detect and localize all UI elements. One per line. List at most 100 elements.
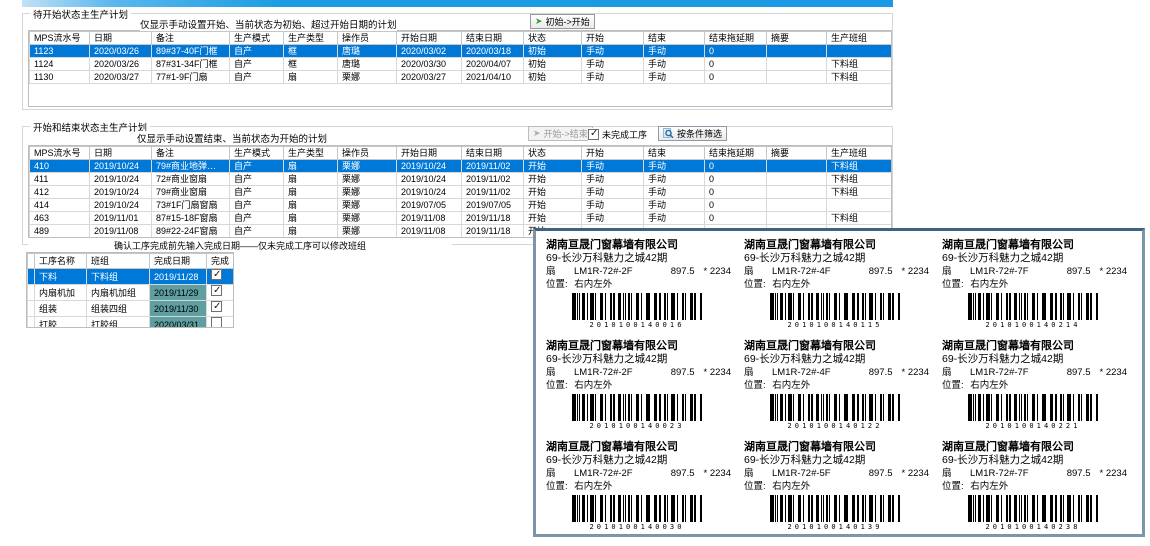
column-header[interactable]: 生产类型	[284, 32, 338, 45]
label-height-value: * 2234	[1100, 366, 1127, 379]
label-width-value: 897.5	[869, 265, 893, 278]
label-location-caption: 位置:	[942, 481, 964, 492]
label-product-type: 扇	[546, 265, 574, 278]
print-label: 湖南亘晟门窗幕墙有限公司 69-长沙万科魅力之城42期 扇 LM1R-72#-7…	[942, 337, 1127, 438]
table-row[interactable]: 411 2019/10/24 72#商业窗扇 自产 扇 栗娜 2019/10/2…	[30, 173, 892, 186]
unfinished-process-checkbox[interactable]	[588, 129, 599, 140]
column-header[interactable]: 操作员	[338, 32, 397, 45]
table-row[interactable]: 1124 2020/03/26 87#31-34F门框 自产 框 唐璐 2020…	[30, 58, 892, 71]
column-header[interactable]: 状态	[524, 32, 582, 45]
completed-checkbox[interactable]	[211, 269, 222, 280]
column-header[interactable]: 结束	[644, 147, 705, 160]
column-header[interactable]: 开始	[582, 32, 644, 45]
barcode: 2010100140139	[770, 495, 900, 531]
completed-checkbox[interactable]	[211, 285, 222, 296]
init-to-start-button[interactable]: ➤ 初始->开始	[530, 14, 595, 29]
column-header[interactable]: 生产类型	[284, 147, 338, 160]
column-header[interactable]: 完成日期	[150, 254, 207, 269]
label-product-type: 扇	[942, 366, 970, 379]
table-row[interactable]: 412 2019/10/24 79#商业窗扇 自产 扇 栗娜 2019/10/2…	[30, 186, 892, 199]
label-height-value: * 2234	[704, 366, 731, 379]
column-header[interactable]: 生产班组	[827, 32, 892, 45]
barcode-bars-icon	[770, 293, 900, 320]
column-header[interactable]: 结束	[644, 32, 705, 45]
label-company: 湖南亘晟门窗幕墙有限公司	[744, 441, 929, 454]
column-header[interactable]: 完成	[207, 254, 234, 269]
table-row[interactable]: 414 2019/10/24 73#1F门扇窗扇 自产 扇 栗娜 2019/07…	[30, 199, 892, 212]
barcode-digits: 2010100140122	[770, 422, 900, 430]
column-header[interactable]: 工序名称	[35, 254, 87, 269]
label-width-value: 897.5	[869, 467, 893, 480]
table-row[interactable]: 内扇机加 内扇机加组 2019/11/29	[28, 285, 234, 301]
barcode-digits: 2010100140023	[572, 422, 702, 430]
column-header[interactable]: 备注	[152, 32, 230, 45]
label-product-type: 扇	[942, 265, 970, 278]
barcode: 2010100140030	[572, 495, 702, 531]
label-location-caption: 位置:	[942, 279, 964, 290]
unfinished-process-checkbox-group: 未完成工序	[588, 128, 647, 141]
column-header[interactable]: 生产模式	[230, 147, 284, 160]
column-header[interactable]: MPS流水号	[30, 32, 90, 45]
column-header[interactable]: 结束拖延期	[705, 32, 767, 45]
label-location-caption: 位置:	[744, 279, 766, 290]
completed-checkbox[interactable]	[211, 301, 222, 312]
completed-checkbox[interactable]	[211, 317, 222, 328]
table-row[interactable]: 410 2019/10/24 79#商业地弹… 自产 扇 栗娜 2019/10/…	[30, 160, 892, 173]
barcode-digits: 2010100140221	[968, 422, 1098, 430]
column-header[interactable]: 备注	[152, 147, 230, 160]
table-row[interactable]: 1130 2020/03/27 77#1-9F门扇 自产 扇 栗娜 2020/0…	[30, 71, 892, 84]
label-project: 69-长沙万科魅力之城42期	[942, 252, 1127, 265]
column-header[interactable]: 开始日期	[397, 147, 462, 160]
label-location-value: 右内左外	[772, 380, 810, 391]
barcode: 2010100140214	[968, 293, 1098, 329]
column-header[interactable]: 结束日期	[462, 147, 524, 160]
start-to-end-button[interactable]: ➤ 开始->结束	[528, 126, 593, 141]
column-header[interactable]: 摘要	[767, 32, 827, 45]
process-note: 确认工序完成前先输入完成日期——仅未完成工序可以修改班组	[28, 239, 452, 252]
column-header[interactable]: 生产班组	[827, 147, 892, 160]
column-header[interactable]: 开始日期	[397, 32, 462, 45]
column-header[interactable]: 摘要	[767, 147, 827, 160]
table-row[interactable]: 463 2019/11/01 87#15-18F窗扇 自产 扇 栗娜 2019/…	[30, 212, 892, 225]
window-top-strip	[22, 0, 893, 7]
label-grid: 湖南亘晟门窗幕墙有限公司 69-长沙万科魅力之城42期 扇 LM1R-72#-2…	[546, 236, 1140, 539]
column-header[interactable]: MPS流水号	[30, 147, 90, 160]
barcode-bars-icon	[968, 293, 1098, 320]
label-project: 69-长沙万科魅力之城42期	[546, 353, 731, 366]
label-location-caption: 位置:	[546, 279, 568, 290]
print-label: 湖南亘晟门窗幕墙有限公司 69-长沙万科魅力之城42期 扇 LM1R-72#-2…	[546, 438, 731, 539]
process-table-body: 下料 下料组 2019/11/28 内扇机加 内扇机加组 2019/11/29 …	[28, 269, 234, 329]
barcode: 2010100140016	[572, 293, 702, 329]
label-height-value: * 2234	[1100, 265, 1127, 278]
filter-button[interactable]: 按条件筛选	[658, 126, 727, 141]
table-row[interactable]: 打胶 打胶组 2020/03/31	[28, 317, 234, 329]
pending-plans-title: 待开始状态主生产计划	[30, 7, 131, 21]
label-location-value: 右内左外	[574, 380, 612, 391]
filter-button-label: 按条件筛选	[677, 127, 722, 140]
print-label: 湖南亘晟门窗幕墙有限公司 69-长沙万科魅力之城42期 扇 LM1R-72#-7…	[942, 438, 1127, 539]
column-header[interactable]	[28, 254, 35, 269]
column-header[interactable]: 结束拖延期	[705, 147, 767, 160]
column-header[interactable]: 生产模式	[230, 32, 284, 45]
table-row[interactable]: 组装 组装四组 2019/11/30	[28, 301, 234, 317]
column-header[interactable]: 开始	[582, 147, 644, 160]
label-project: 69-长沙万科魅力之城42期	[744, 252, 929, 265]
label-height-value: * 2234	[902, 265, 929, 278]
label-width-value: 897.5	[1067, 467, 1091, 480]
barcode-bars-icon	[572, 394, 702, 421]
label-location-caption: 位置:	[546, 481, 568, 492]
column-header[interactable]: 日期	[90, 147, 152, 160]
label-company: 湖南亘晟门窗幕墙有限公司	[942, 340, 1127, 353]
start-to-end-label: 开始->结束	[544, 127, 588, 140]
column-header[interactable]: 操作员	[338, 147, 397, 160]
table-row[interactable]: 下料 下料组 2019/11/28	[28, 269, 234, 285]
column-header[interactable]: 状态	[524, 147, 582, 160]
label-company: 湖南亘晟门窗幕墙有限公司	[546, 340, 731, 353]
active-table-body: 410 2019/10/24 79#商业地弹… 自产 扇 栗娜 2019/10/…	[30, 160, 892, 238]
table-row[interactable]: 1123 2020/03/26 89#37-40F门框 自产 框 唐璐 2020…	[30, 45, 892, 58]
label-project: 69-长沙万科魅力之城42期	[942, 454, 1127, 467]
label-item-code: LM1R-72#-4F	[772, 265, 869, 278]
column-header[interactable]: 班组	[87, 254, 150, 269]
column-header[interactable]: 日期	[90, 32, 152, 45]
column-header[interactable]: 结束日期	[462, 32, 524, 45]
